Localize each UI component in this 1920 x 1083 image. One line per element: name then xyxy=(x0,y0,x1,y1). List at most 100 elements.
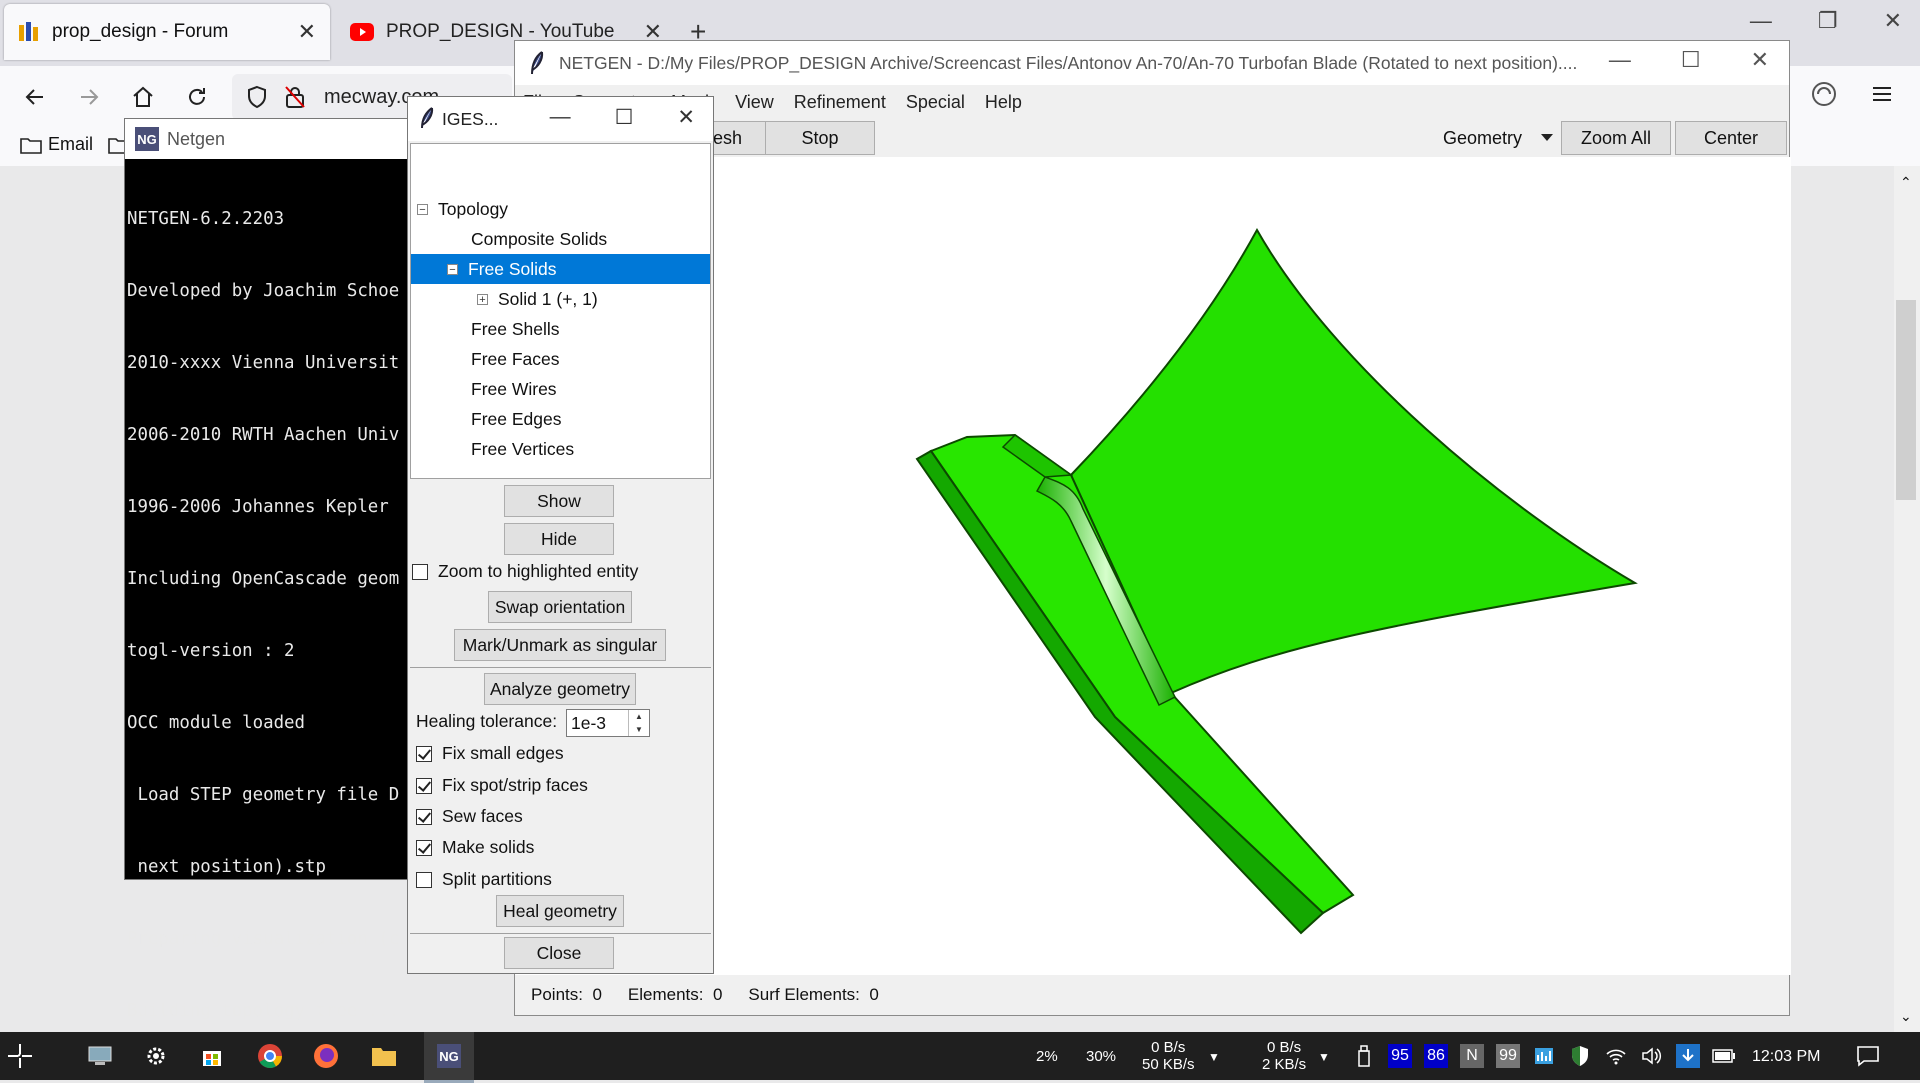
network-download: 2 KB/s xyxy=(1262,1056,1307,1073)
points-label: Points: xyxy=(531,985,583,1004)
folder-icon xyxy=(20,136,42,154)
scroll-down-icon[interactable]: ⌄ xyxy=(1900,1008,1912,1025)
reload-icon[interactable] xyxy=(180,80,214,114)
checkbox-icon[interactable] xyxy=(416,839,432,856)
iges-title-bar[interactable]: IGES... — ☐ ✕ xyxy=(408,97,713,141)
show-button[interactable]: Show xyxy=(504,485,614,517)
close-icon[interactable]: ✕ xyxy=(1751,47,1769,73)
firefox-icon[interactable] xyxy=(310,1040,342,1072)
computer-icon[interactable] xyxy=(84,1040,116,1072)
sew-faces-checkbox[interactable]: Sew faces xyxy=(416,806,523,827)
view-mode-select[interactable]: Geometry xyxy=(1443,121,1553,155)
bookmark-email[interactable]: Email xyxy=(20,134,93,155)
settings-gear-icon[interactable] xyxy=(140,1040,172,1072)
tree-node-topology[interactable]: − Topology xyxy=(417,194,508,224)
dropdown-arrow-icon[interactable]: ▼ xyxy=(1318,1050,1330,1064)
tree-node-composite-solids[interactable]: Composite Solids xyxy=(471,224,607,254)
tab-prop-design-forum[interactable]: prop_design - Forum ✕ xyxy=(4,4,330,60)
tree-node-label: Free Vertices xyxy=(471,438,575,459)
checkbox-icon[interactable] xyxy=(412,563,428,580)
spin-down-icon[interactable]: ▼ xyxy=(635,725,643,734)
split-partitions-checkbox[interactable]: Split partitions xyxy=(416,869,552,890)
center-button[interactable]: Center xyxy=(1675,121,1787,155)
page-scroll-thumb[interactable] xyxy=(1896,300,1916,500)
collapse-icon[interactable]: − xyxy=(447,263,458,275)
minimize-icon[interactable]: — xyxy=(1609,47,1631,73)
battery-icon[interactable] xyxy=(1712,1044,1736,1068)
spin-up-icon[interactable]: ▲ xyxy=(635,712,643,721)
tree-node-free-edges[interactable]: Free Edges xyxy=(471,404,561,434)
close-icon[interactable]: ✕ xyxy=(677,105,695,130)
zoom-all-button[interactable]: Zoom All xyxy=(1561,121,1671,155)
close-tab-icon[interactable]: ✕ xyxy=(298,19,316,45)
back-icon[interactable] xyxy=(18,80,52,114)
feather-icon xyxy=(529,51,545,75)
chrome-icon[interactable] xyxy=(254,1040,286,1072)
healing-tolerance-spinbox[interactable]: 1e-3 ▲ ▼ xyxy=(566,709,650,737)
close-icon[interactable]: ✕ xyxy=(1884,8,1902,34)
volume-icon[interactable] xyxy=(1640,1044,1664,1068)
usb-drive-icon[interactable] xyxy=(1352,1044,1376,1068)
tree-node-free-shells[interactable]: Free Shells xyxy=(471,314,560,344)
wifi-icon[interactable] xyxy=(1604,1044,1628,1068)
zoom-highlighted-checkbox[interactable]: Zoom to highlighted entity xyxy=(412,561,638,582)
menu-special[interactable]: Special xyxy=(906,92,965,113)
clock[interactable]: 12:03 PM xyxy=(1752,1032,1820,1080)
netgen-title-bar[interactable]: NETGEN - D:/My Files/PROP_DESIGN Archive… xyxy=(515,41,1789,85)
minimize-icon[interactable]: — xyxy=(1750,8,1772,34)
download-tray-icon[interactable] xyxy=(1676,1044,1700,1068)
tree-node-free-wires[interactable]: Free Wires xyxy=(471,374,557,404)
maximize-icon[interactable]: ☐ xyxy=(1681,47,1701,73)
expand-icon[interactable]: + xyxy=(477,293,488,305)
checkbox-icon[interactable] xyxy=(416,777,432,794)
file-explorer-icon[interactable] xyxy=(368,1040,400,1072)
menu-icon[interactable] xyxy=(1870,82,1894,106)
page-scrollbar[interactable]: ⌃ ⌄ xyxy=(1894,166,1920,1032)
start-icon[interactable] xyxy=(4,1040,36,1072)
forward-icon[interactable] xyxy=(72,80,106,114)
tray-badge-icon[interactable]: 95 xyxy=(1388,1044,1412,1068)
menu-help[interactable]: Help xyxy=(985,92,1022,113)
fix-small-edges-checkbox[interactable]: Fix small edges xyxy=(416,743,564,764)
tree-node-label: Free Wires xyxy=(471,378,557,399)
tray-badge-icon[interactable]: 86 xyxy=(1424,1044,1448,1068)
store-icon[interactable] xyxy=(196,1040,228,1072)
tree-node-free-faces[interactable]: Free Faces xyxy=(471,344,560,374)
notifications-icon[interactable] xyxy=(1856,1044,1880,1068)
dropdown-arrow-icon[interactable]: ▼ xyxy=(1208,1050,1220,1064)
minimize-icon[interactable]: — xyxy=(550,105,571,130)
hide-button[interactable]: Hide xyxy=(504,523,614,555)
tree-node-solid-1[interactable]: + Solid 1 (+, 1) xyxy=(477,284,598,314)
menu-view[interactable]: View xyxy=(735,92,774,113)
fix-spot-strip-faces-checkbox[interactable]: Fix spot/strip faces xyxy=(416,775,588,796)
checkbox-icon[interactable] xyxy=(416,745,432,762)
extension-icon[interactable] xyxy=(1810,80,1838,108)
mark-unmark-singular-button[interactable]: Mark/Unmark as singular xyxy=(454,629,666,661)
chart-tray-icon[interactable] xyxy=(1532,1044,1556,1068)
menu-refinement[interactable]: Refinement xyxy=(794,92,886,113)
checkbox-icon[interactable] xyxy=(416,808,432,825)
stop-button[interactable]: Stop xyxy=(765,121,875,155)
close-button[interactable]: Close xyxy=(504,937,614,969)
collapse-icon[interactable]: − xyxy=(417,203,428,215)
checkbox-icon[interactable] xyxy=(416,871,432,888)
topology-tree[interactable]: − Topology Composite Solids − Free Solid… xyxy=(410,143,711,479)
scroll-up-icon[interactable]: ⌃ xyxy=(1900,174,1912,191)
shield-icon[interactable] xyxy=(246,85,268,109)
tree-node-free-vertices[interactable]: Free Vertices xyxy=(471,434,574,464)
analyze-geometry-button[interactable]: Analyze geometry xyxy=(484,673,636,705)
swap-orientation-button[interactable]: Swap orientation xyxy=(488,591,632,623)
console-title-bar[interactable]: NG Netgen xyxy=(125,119,425,159)
heal-geometry-button[interactable]: Heal geometry xyxy=(496,895,624,927)
security-shield-icon[interactable] xyxy=(1568,1044,1592,1068)
make-solids-checkbox[interactable]: Make solids xyxy=(416,837,534,858)
netgen-taskbar-icon[interactable]: NG xyxy=(424,1032,474,1083)
restore-icon[interactable]: ❐ xyxy=(1818,8,1838,34)
tray-badge-icon[interactable]: 99 xyxy=(1496,1044,1520,1068)
maximize-icon[interactable]: ☐ xyxy=(615,105,634,130)
home-icon[interactable] xyxy=(126,80,160,114)
spin-buttons[interactable]: ▲ ▼ xyxy=(628,710,649,736)
insecure-lock-icon[interactable] xyxy=(284,85,306,109)
tree-node-free-solids[interactable]: − Free Solids xyxy=(411,254,710,284)
tray-badge-icon[interactable]: N xyxy=(1460,1044,1484,1068)
